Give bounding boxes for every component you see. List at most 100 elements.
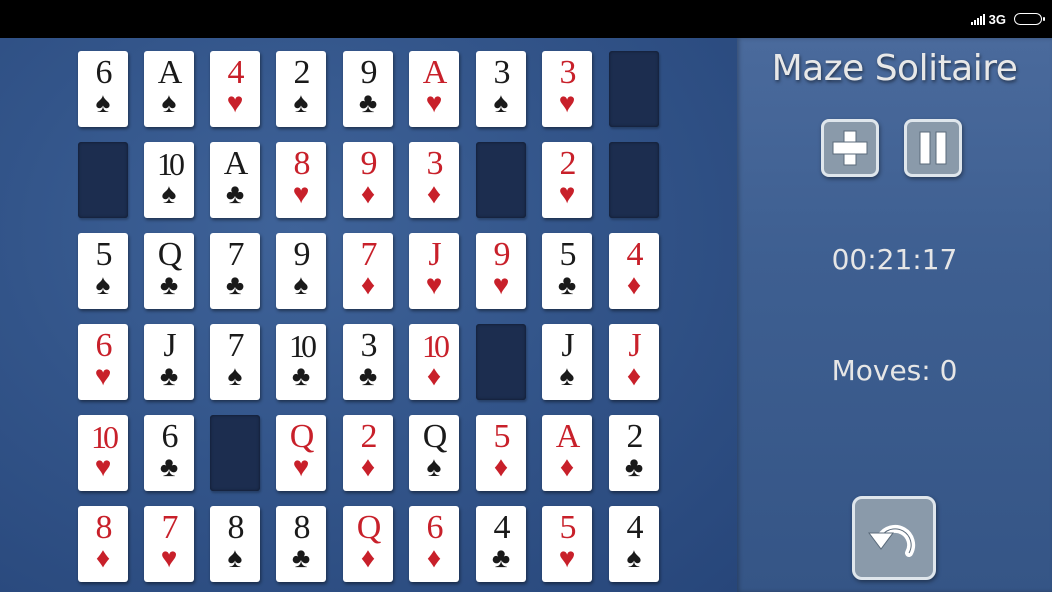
- card-rank: Q: [289, 418, 315, 455]
- card[interactable]: 3 ♥: [542, 51, 592, 127]
- card-suit: ♣: [159, 452, 179, 483]
- undo-icon: [868, 524, 916, 557]
- empty-slot[interactable]: [210, 415, 260, 491]
- card-grid: 6 ♠ A ♠ 4 ♥ 2 ♠ 9 ♣ A ♥ 3 ♠ 3 ♥ 10 ♠ A ♣ 8 ♥ 9 ♦ 3 ♦ 2 ♥ 5 ♠ Q ♣ 7 ♣ 9 ♠ 7 ♦ J…: [0, 38, 737, 592]
- card[interactable]: 5 ♦: [476, 415, 526, 491]
- card-rank: A: [223, 145, 249, 182]
- card-rank: 2: [626, 418, 644, 455]
- card-suit: ♠: [426, 452, 442, 483]
- card-suit: ♥: [292, 452, 310, 483]
- card[interactable]: 8 ♣: [276, 506, 326, 582]
- card[interactable]: Q ♦: [343, 506, 393, 582]
- card[interactable]: Q ♠: [409, 415, 459, 491]
- card[interactable]: 10 ♥: [78, 415, 128, 491]
- card-suit: ♥: [558, 88, 576, 119]
- card-suit: ♣: [358, 88, 378, 119]
- card[interactable]: 9 ♥: [476, 233, 526, 309]
- card-suit: ♦: [426, 543, 442, 574]
- card[interactable]: 5 ♠: [78, 233, 128, 309]
- card[interactable]: 2 ♠: [276, 51, 326, 127]
- card[interactable]: 7 ♦: [343, 233, 393, 309]
- card[interactable]: 10 ♦: [409, 324, 459, 400]
- card[interactable]: 6 ♣: [144, 415, 194, 491]
- card-rank: 3: [426, 145, 444, 182]
- card[interactable]: 9 ♠: [276, 233, 326, 309]
- card-suit: ♥: [492, 270, 510, 301]
- card[interactable]: 4 ♣: [476, 506, 526, 582]
- card-rank: 10: [91, 419, 119, 455]
- card[interactable]: Q ♥: [276, 415, 326, 491]
- card-rank: 6: [426, 509, 444, 546]
- empty-slot[interactable]: [609, 51, 659, 127]
- card-rank: 7: [161, 509, 179, 546]
- undo-button[interactable]: [852, 496, 936, 580]
- card[interactable]: 7 ♣: [210, 233, 260, 309]
- card-suit: ♠: [559, 361, 575, 392]
- pause-button[interactable]: [904, 119, 962, 177]
- card-suit: ♠: [227, 543, 243, 574]
- card-suit: ♠: [626, 543, 642, 574]
- card-suit: ♦: [360, 452, 376, 483]
- card-rank: 6: [95, 327, 113, 364]
- card[interactable]: 3 ♦: [409, 142, 459, 218]
- card[interactable]: A ♠: [144, 51, 194, 127]
- card-rank: 3: [360, 327, 378, 364]
- network-type: 3G: [988, 11, 1006, 27]
- card-suit: ♣: [225, 179, 245, 210]
- card[interactable]: 10 ♠: [144, 142, 194, 218]
- card-suit: ♦: [360, 179, 376, 210]
- card-rank: 7: [227, 327, 245, 364]
- card[interactable]: 6 ♦: [409, 506, 459, 582]
- card[interactable]: 10 ♣: [276, 324, 326, 400]
- card[interactable]: 3 ♠: [476, 51, 526, 127]
- card[interactable]: A ♦: [542, 415, 592, 491]
- card[interactable]: 4 ♦: [609, 233, 659, 309]
- card[interactable]: 2 ♦: [343, 415, 393, 491]
- card[interactable]: Q ♣: [144, 233, 194, 309]
- card-rank: 2: [559, 145, 577, 182]
- card[interactable]: 4 ♥: [210, 51, 260, 127]
- card-rank: A: [422, 54, 448, 91]
- card[interactable]: 3 ♣: [343, 324, 393, 400]
- card[interactable]: J ♦: [609, 324, 659, 400]
- card-rank: Q: [157, 236, 183, 273]
- card[interactable]: A ♣: [210, 142, 260, 218]
- card[interactable]: 5 ♣: [542, 233, 592, 309]
- card[interactable]: J ♠: [542, 324, 592, 400]
- card[interactable]: J ♥: [409, 233, 459, 309]
- card-rank: 10: [157, 146, 185, 182]
- card[interactable]: 5 ♥: [542, 506, 592, 582]
- card[interactable]: 6 ♥: [78, 324, 128, 400]
- card[interactable]: A ♥: [409, 51, 459, 127]
- card-rank: 9: [293, 236, 311, 273]
- card-rank: 5: [559, 236, 577, 273]
- new-game-button[interactable]: [821, 119, 879, 177]
- card[interactable]: 4 ♠: [609, 506, 659, 582]
- card[interactable]: 6 ♠: [78, 51, 128, 127]
- card-suit: ♦: [493, 452, 509, 483]
- card[interactable]: 2 ♥: [542, 142, 592, 218]
- card[interactable]: J ♣: [144, 324, 194, 400]
- timer: 00:21:17: [831, 243, 958, 276]
- empty-slot[interactable]: [609, 142, 659, 218]
- card-rank: 9: [360, 54, 378, 91]
- card[interactable]: 8 ♠: [210, 506, 260, 582]
- card-rank: 10: [422, 328, 450, 364]
- card-suit: ♥: [94, 452, 112, 483]
- card[interactable]: 8 ♦: [78, 506, 128, 582]
- card-suit: ♠: [161, 179, 177, 210]
- empty-slot[interactable]: [78, 142, 128, 218]
- empty-slot[interactable]: [476, 324, 526, 400]
- card[interactable]: 7 ♠: [210, 324, 260, 400]
- card[interactable]: 9 ♣: [343, 51, 393, 127]
- card-suit: ♠: [293, 88, 309, 119]
- card-rank: 2: [293, 54, 311, 91]
- card[interactable]: 7 ♥: [144, 506, 194, 582]
- card[interactable]: 2 ♣: [609, 415, 659, 491]
- card-suit: ♥: [160, 543, 178, 574]
- card[interactable]: 9 ♦: [343, 142, 393, 218]
- card-rank: 6: [95, 54, 113, 91]
- card[interactable]: 8 ♥: [276, 142, 326, 218]
- empty-slot[interactable]: [476, 142, 526, 218]
- card-suit: ♦: [360, 270, 376, 301]
